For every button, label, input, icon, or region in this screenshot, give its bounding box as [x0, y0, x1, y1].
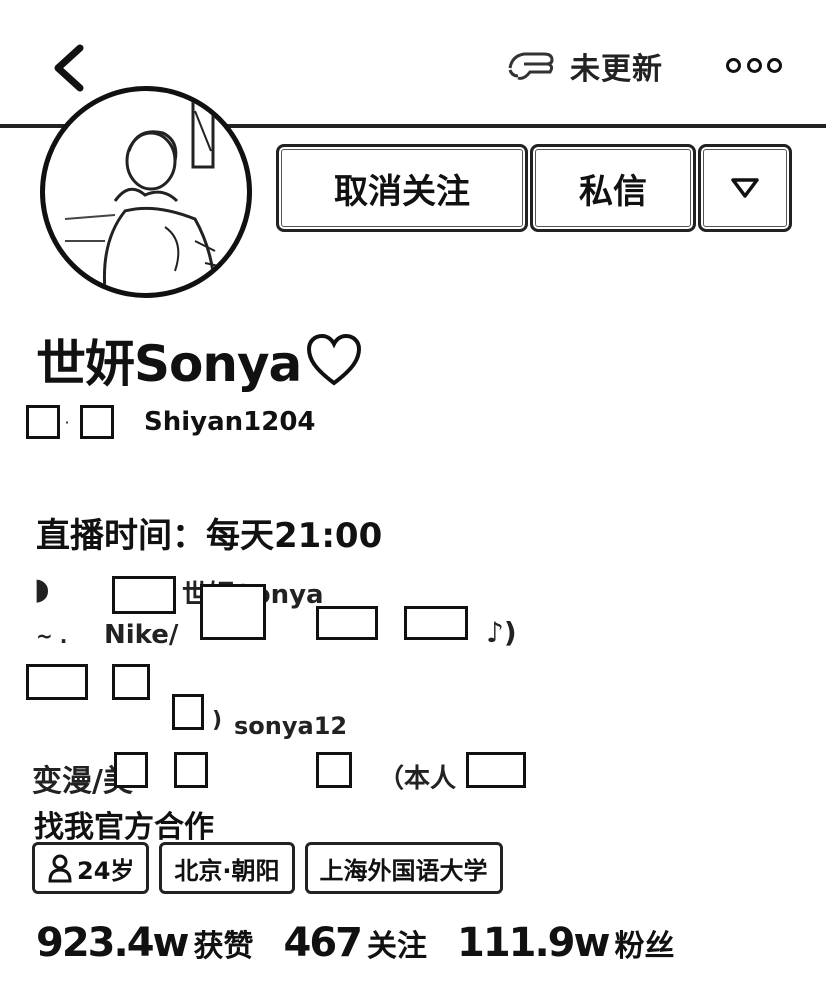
avatar[interactable]: [40, 86, 252, 298]
separator-dot: ·: [64, 412, 70, 432]
update-status[interactable]: 未更新: [504, 44, 663, 88]
profile-id-row: · Shiyan1204: [26, 402, 316, 442]
missing-glyph: [172, 694, 204, 730]
chevron-left-icon: [54, 44, 84, 92]
update-status-text: 未更新: [570, 52, 663, 87]
stat-followers[interactable]: 111.9w 粉丝: [457, 920, 674, 966]
bio-glyph: ◗: [34, 572, 50, 607]
share-hand-icon: [508, 52, 554, 80]
person-icon: [48, 854, 72, 883]
profile-stats: 923.4w 获赞 467 关注 111.9w 粉丝: [36, 920, 674, 976]
missing-glyph: [316, 606, 378, 640]
tag-label: 24岁: [77, 856, 135, 885]
stat-label: 获赞: [193, 929, 254, 964]
tag-label: 上海外国语大学: [319, 856, 488, 885]
profile-id: Shiyan1204: [144, 407, 316, 437]
missing-glyph: [466, 752, 526, 788]
partnership-line: 找我官方合作: [34, 810, 214, 845]
profile-name: 世妍Sonya: [36, 335, 302, 393]
back-button[interactable]: [44, 40, 100, 96]
missing-glyph: [114, 752, 148, 788]
triangle-down-icon: [731, 178, 759, 198]
unfollow-label: 取消关注: [334, 171, 470, 212]
profile-name-row: 世妍Sonya: [36, 328, 363, 393]
bio-fragment: （本人: [378, 764, 457, 794]
more-button[interactable]: [726, 50, 782, 80]
stat-value: 111.9w: [456, 920, 610, 966]
tag-school: 上海外国语大学: [304, 842, 503, 894]
bio-fragment: sonya12: [234, 712, 348, 740]
stat-label: 粉丝: [614, 929, 675, 964]
unfollow-button[interactable]: 取消关注: [276, 144, 528, 232]
missing-glyph: [112, 576, 176, 614]
more-dots-icon: [767, 57, 782, 73]
heart-icon: [307, 333, 362, 386]
missing-glyph: [316, 752, 352, 788]
tag-label: 北京·朝阳: [174, 856, 280, 885]
stat-value: 467: [283, 920, 362, 966]
stat-following[interactable]: 467 关注: [283, 920, 427, 966]
tag-location: 北京·朝阳: [159, 842, 295, 894]
bio-fragment: Nike/: [104, 620, 179, 650]
avatar-photo: [64, 99, 224, 292]
missing-glyph: [26, 664, 88, 700]
stat-label: 关注: [366, 929, 427, 964]
dropdown-button[interactable]: [698, 144, 792, 232]
missing-glyph: [404, 606, 468, 640]
more-dots-icon: [746, 57, 762, 73]
bio-glyph: ♪): [486, 616, 517, 649]
profile-tags: 24岁 北京·朝阳 上海外国语大学: [32, 842, 503, 894]
missing-glyph: [174, 752, 208, 788]
stat-value: 923.4w: [36, 920, 189, 966]
message-label: 私信: [579, 171, 647, 212]
tag-age: 24岁: [32, 842, 150, 894]
more-dots-icon: [726, 57, 741, 73]
bio-glyph: ~ .: [36, 624, 68, 648]
live-time: 直播时间：每天21:00: [36, 516, 383, 556]
stat-likes[interactable]: 923.4w 获赞: [36, 920, 253, 966]
missing-glyph: [112, 664, 150, 700]
missing-glyph: [200, 584, 266, 640]
missing-glyph: [80, 405, 114, 439]
bio-glyph: ): [212, 708, 223, 733]
message-button[interactable]: 私信: [530, 144, 696, 232]
missing-glyph: [26, 405, 60, 439]
